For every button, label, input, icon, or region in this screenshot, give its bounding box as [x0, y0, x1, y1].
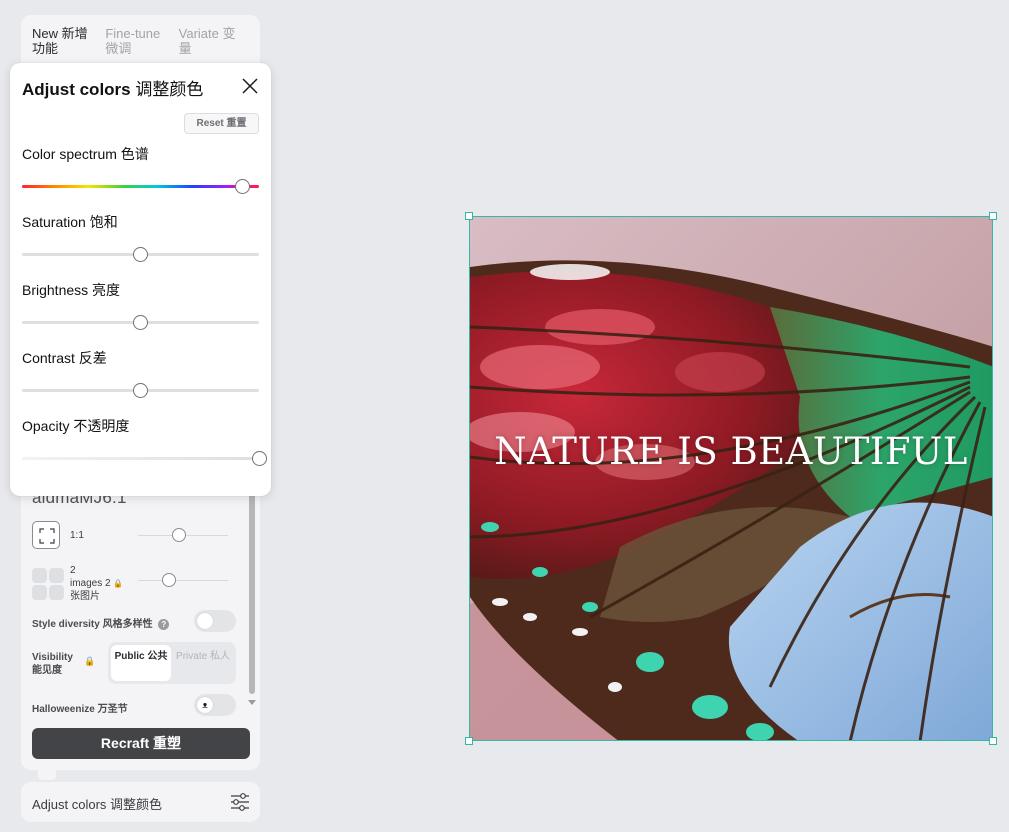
brightness-knob[interactable] — [133, 315, 148, 330]
resize-handle-bottom-right[interactable] — [989, 737, 997, 745]
pumpkin-icon: ᴥ — [197, 697, 213, 713]
tab-variate[interactable]: Variate 变量 — [179, 26, 252, 60]
resize-handle-top-left[interactable] — [465, 212, 473, 220]
visibility-label: Visibility 能见度 — [32, 652, 73, 676]
visibility-private-option[interactable]: Private 私人 — [173, 645, 233, 681]
resize-handle-top-right[interactable] — [989, 212, 997, 220]
opacity-label: Opacity 不透明度 — [22, 418, 130, 434]
saturation-knob[interactable] — [133, 247, 148, 262]
opacity-track[interactable] — [22, 457, 259, 460]
help-icon[interactable]: ? — [158, 619, 170, 630]
lock-icon: 🔒 — [113, 579, 124, 588]
sliders-icon — [231, 793, 249, 811]
saturation-label: Saturation 饱和 — [22, 214, 118, 230]
visibility-switch: Public 公共 Private 私人 — [108, 642, 236, 684]
contrast-label: Contrast 反差 — [22, 350, 107, 366]
color-spectrum-label: Color spectrum 色谱 — [22, 146, 149, 162]
visibility-public-option[interactable]: Public 公共 — [111, 645, 171, 681]
panel-notch — [38, 770, 56, 780]
aspect-ratio-knob[interactable] — [172, 528, 186, 542]
image-count-knob[interactable] — [162, 573, 176, 587]
image-count-row: 2 images 2 🔒 张图片 — [32, 564, 236, 603]
brightness-label: Brightness 亮度 — [22, 282, 121, 298]
artwork-image[interactable] — [469, 216, 993, 741]
lock-icon: 🔒 — [84, 656, 96, 666]
mode-tabs: New 新增功能 Fine-tune 微调 Variate 变量 — [32, 26, 252, 60]
image-count-icon — [32, 567, 64, 600]
scroll-down-arrow-icon[interactable] — [248, 700, 256, 705]
adjust-colors-bar-label: Adjust colors 调整颜色 — [32, 797, 163, 812]
adjust-colors-popup: Adjust colors 调整颜色 Reset 重置 Color spectr… — [10, 63, 271, 496]
color-spectrum-knob[interactable] — [234, 179, 250, 194]
aspect-ratio-label: 1:1 — [70, 529, 84, 541]
close-icon[interactable] — [240, 76, 260, 96]
opacity-knob[interactable] — [251, 451, 267, 466]
popup-title: Adjust colors 调整颜色 — [22, 80, 204, 99]
halloweenize-label: Halloweenize 万圣节 — [32, 704, 128, 715]
halloweenize-toggle[interactable]: ᴥ — [194, 694, 236, 716]
style-diversity-label: Style diversity 风格多样性 ? — [32, 615, 170, 630]
contrast-knob[interactable] — [133, 383, 148, 398]
tab-fine-tune[interactable]: Fine-tune 微调 — [105, 26, 178, 60]
image-count-slider[interactable] — [138, 580, 228, 581]
reset-button[interactable]: Reset 重置 — [184, 113, 259, 134]
color-spectrum-track[interactable] — [22, 185, 259, 188]
aspect-ratio-icon[interactable] — [32, 521, 60, 549]
butterfly-wing-image — [470, 217, 992, 740]
settings-scrollbar[interactable] — [249, 484, 255, 694]
adjust-colors-bar[interactable]: Adjust colors 调整颜色 — [21, 782, 260, 822]
recraft-button[interactable]: Recraft 重塑 — [32, 728, 250, 759]
image-count-label: 2 images 2 🔒 张图片 — [70, 565, 124, 602]
tab-new[interactable]: New 新增功能 — [32, 26, 105, 60]
artwork-overlay-text: NATURE IS BEAUTIFUL — [494, 430, 968, 473]
resize-handle-bottom-left[interactable] — [465, 737, 473, 745]
style-diversity-toggle[interactable] — [194, 610, 236, 632]
